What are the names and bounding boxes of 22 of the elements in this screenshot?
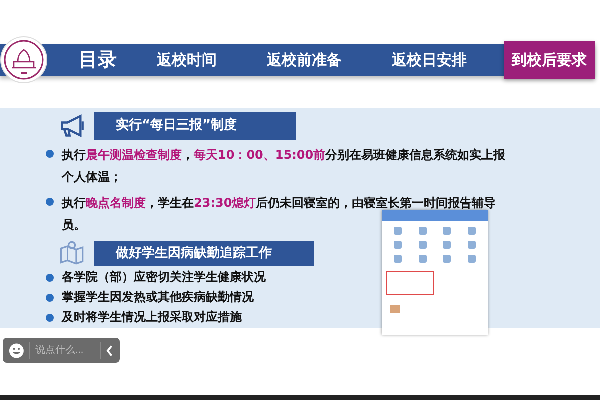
bullet-text: 各学院（部）应密切关注学生健康状况	[62, 269, 267, 286]
bullet-icon	[46, 294, 54, 302]
nav-tab[interactable]: 目录	[66, 44, 130, 76]
nav-tab[interactable]: 返校时间	[144, 44, 230, 76]
nav-tab[interactable]: 返校日安排	[379, 44, 480, 76]
map-pin-icon	[58, 240, 86, 266]
section-heading: 实行“每日三报”制度	[94, 112, 296, 140]
bullet-icon	[46, 274, 54, 282]
bullet-text: 执行晚点名制度，学生在23:30熄灯后仍未回寝室的，由寝室长第一时间报告辅导员。	[62, 195, 498, 234]
bullet-text: 及时将学生情况上报采取对应措施	[62, 309, 243, 326]
comment-input-field[interactable]: 说点什么...	[35, 345, 96, 356]
emoji-icon[interactable]	[9, 342, 24, 358]
bullet-text: 掌握学生因发热或其他疾病缺勤情况	[62, 289, 255, 306]
bullet-icon	[46, 314, 54, 322]
bullet-text: 执行晨午测温检查制度，每天10：00、15:00前分别在易班健康信息系统如实上报个人体温；	[62, 147, 507, 186]
bullet-icon	[46, 198, 54, 206]
megaphone-icon	[58, 113, 86, 139]
section-heading: 做好学生因病缺勤追踪工作	[94, 240, 314, 266]
bullet-icon	[46, 150, 54, 158]
nav-tab[interactable]: 到校后要求	[504, 41, 595, 79]
nav-tab[interactable]: 返校前准备	[254, 44, 355, 76]
chevron-left-icon[interactable]	[106, 344, 114, 356]
